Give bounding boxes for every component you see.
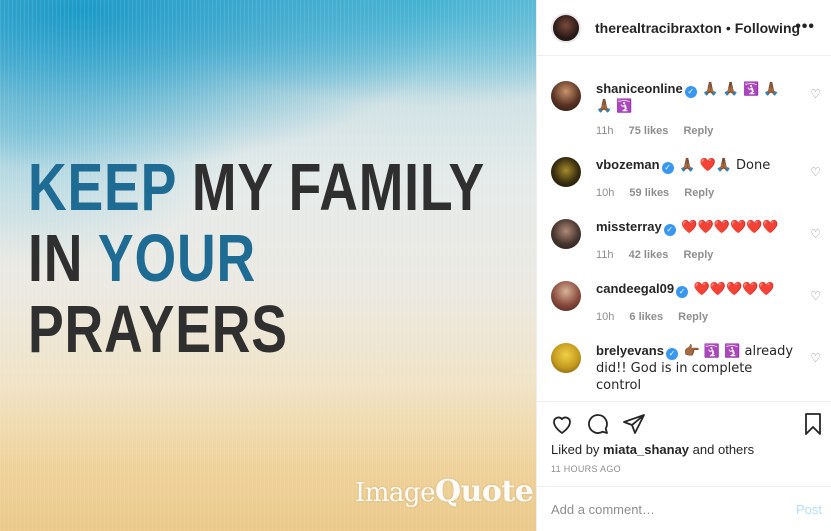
verified-badge-icon: ✓ bbox=[663, 224, 676, 236]
add-comment-input[interactable] bbox=[551, 497, 771, 521]
comment-text: ❤️❤️❤️❤️❤️ bbox=[693, 282, 775, 297]
comment-reply-button[interactable]: Reply bbox=[683, 249, 713, 261]
commenter-avatar[interactable] bbox=[551, 157, 581, 187]
comment-reply-button[interactable]: Reply bbox=[683, 125, 713, 137]
commenter-avatar[interactable] bbox=[551, 343, 581, 373]
share-paper-plane-icon[interactable] bbox=[622, 412, 646, 436]
commenter-avatar[interactable] bbox=[551, 219, 581, 249]
comment-reply-button[interactable]: Reply bbox=[678, 311, 708, 323]
more-options-icon[interactable]: ••• bbox=[795, 18, 815, 36]
header-separator: • bbox=[725, 19, 731, 36]
quote-text: KEEP MY FAMILY IN YOUR PRAYERS bbox=[28, 152, 485, 365]
comment-body: missterray ✓ ❤️❤️❤️❤️❤️❤️ bbox=[596, 219, 796, 236]
quote-words-my-family: MY FAMILY bbox=[191, 150, 486, 225]
comment-body: candeegal09 ✓ ❤️❤️❤️❤️❤️ bbox=[596, 281, 796, 298]
commenter-avatar[interactable] bbox=[551, 81, 581, 111]
quote-word-in: IN bbox=[28, 221, 84, 296]
comment-text: 🙏🏾 ❤️🙏🏾 Done bbox=[679, 158, 771, 173]
quote-line-3: PRAYERS bbox=[28, 294, 485, 365]
liked-by-prefix: Liked by bbox=[551, 442, 600, 457]
comment-body: shaniceonline ✓ 🙏🏾 🙏🏾 🛐 🙏🏾 🙏🏾 🛐 bbox=[596, 81, 796, 115]
watermark-image: Image bbox=[355, 478, 435, 508]
quote-word-your: YOUR bbox=[97, 221, 256, 296]
comment-username[interactable]: brelyevans bbox=[596, 343, 664, 358]
following-button[interactable]: Following bbox=[735, 20, 800, 36]
comment-likes[interactable]: 59 likes bbox=[629, 187, 669, 199]
comment-meta: 11h 42 likes Reply bbox=[596, 249, 725, 261]
quote-line-1: KEEP MY FAMILY bbox=[28, 152, 485, 223]
comment-like-icon[interactable]: ♡ bbox=[810, 227, 821, 241]
comment-likes[interactable]: 75 likes bbox=[629, 125, 669, 137]
comment-reply-button[interactable]: Reply bbox=[684, 187, 714, 199]
save-bookmark-icon[interactable] bbox=[801, 412, 825, 436]
verified-badge-icon: ✓ bbox=[676, 286, 689, 298]
comment-like-icon[interactable]: ♡ bbox=[810, 165, 821, 179]
comment-meta: 10h 59 likes Reply bbox=[596, 187, 726, 199]
comment-like-icon[interactable]: ♡ bbox=[810, 289, 821, 303]
comment-meta: 10h 6 likes Reply bbox=[596, 311, 720, 323]
liked-by-user[interactable]: miata_shanay bbox=[603, 442, 689, 457]
comment-time: 11h bbox=[596, 125, 614, 137]
comment-bubble-icon[interactable] bbox=[586, 412, 610, 436]
quote-word-keep: KEEP bbox=[28, 150, 177, 225]
comment-time: 10h bbox=[596, 311, 615, 323]
quote-line-2: IN YOUR bbox=[28, 223, 485, 294]
imagequote-watermark: ImageQuote bbox=[355, 474, 534, 509]
comment-like-icon[interactable]: ♡ bbox=[810, 351, 821, 365]
quote-word-prayers: PRAYERS bbox=[28, 292, 288, 367]
post-timestamp[interactable]: 11 HOURS AGO bbox=[551, 464, 621, 474]
comment-time: 11h bbox=[596, 249, 614, 261]
post-side-panel: therealtracibraxton • Following ••• shan… bbox=[536, 0, 831, 531]
post-actions: Liked by miata_shanay and others 11 HOUR… bbox=[537, 401, 831, 486]
post-image[interactable]: KEEP MY FAMILY IN YOUR PRAYERS ImageQuot… bbox=[0, 0, 536, 531]
post-header: therealtracibraxton • Following ••• bbox=[537, 0, 831, 56]
verified-badge-icon: ✓ bbox=[684, 86, 697, 98]
comment-body: brelyevans ✓ 👉🏾 🛐 🛐 already did!! God is … bbox=[596, 343, 796, 394]
verified-badge-icon: ✓ bbox=[661, 162, 674, 174]
post-comment-button[interactable]: Post bbox=[796, 502, 822, 517]
author-username[interactable]: therealtracibraxton bbox=[595, 20, 722, 36]
comment-like-icon[interactable]: ♡ bbox=[810, 87, 821, 101]
comment-username[interactable]: candeegal09 bbox=[596, 281, 674, 296]
comment-username[interactable]: vbozeman bbox=[596, 157, 660, 172]
comment-username[interactable]: shaniceonline bbox=[596, 81, 683, 96]
comment-body: vbozeman ✓ 🙏🏾 ❤️🙏🏾 Done bbox=[596, 157, 796, 174]
comment-meta: 11h 75 likes Reply bbox=[596, 125, 725, 137]
add-comment-bar: Post bbox=[537, 486, 831, 531]
comment-likes[interactable]: 6 likes bbox=[629, 311, 663, 323]
comment-likes[interactable]: 42 likes bbox=[629, 249, 669, 261]
watermark-quote: Quote bbox=[434, 474, 534, 509]
liked-by-others[interactable]: and others bbox=[693, 442, 754, 457]
comment-time: 10h bbox=[596, 187, 615, 199]
like-heart-icon[interactable] bbox=[550, 412, 574, 436]
commenter-avatar[interactable] bbox=[551, 281, 581, 311]
comment-text: ❤️❤️❤️❤️❤️❤️ bbox=[681, 220, 779, 235]
comment-username[interactable]: missterray bbox=[596, 219, 662, 234]
comments-list[interactable]: shaniceonline ✓ 🙏🏾 🙏🏾 🛐 🙏🏾 🙏🏾 🛐 11h 75 li… bbox=[537, 57, 831, 401]
author-avatar[interactable] bbox=[551, 12, 581, 43]
liked-by-text: Liked by miata_shanay and others bbox=[551, 442, 754, 457]
verified-badge-icon: ✓ bbox=[665, 348, 678, 360]
